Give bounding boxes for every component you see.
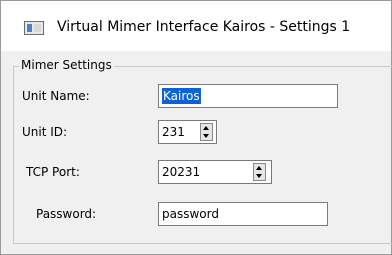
unit-name-label: Unit Name: — [22, 89, 90, 103]
group-label: Mimer Settings — [19, 58, 114, 72]
window-title: Virtual Mimer Interface Kairos - Setting… — [57, 19, 351, 35]
unit-name-value: Kairos — [162, 88, 201, 104]
password-value: password — [162, 207, 219, 221]
unit-id-spin-icon[interactable] — [200, 123, 213, 141]
app-window-icon — [24, 21, 44, 35]
tcp-port-spin-icon[interactable] — [253, 163, 266, 181]
tcp-port-value: 20231 — [162, 165, 201, 179]
unit-id-value: 231 — [162, 125, 185, 139]
unit-id-label: Unit ID: — [22, 125, 68, 139]
unit-name-input[interactable]: Kairos — [158, 84, 338, 108]
password-label: Password: — [36, 207, 97, 221]
title-bar[interactable]: Virtual Mimer Interface Kairos - Setting… — [1, 1, 391, 51]
password-field[interactable]: password — [158, 202, 328, 226]
tcp-port-label: TCP Port: — [26, 165, 80, 179]
